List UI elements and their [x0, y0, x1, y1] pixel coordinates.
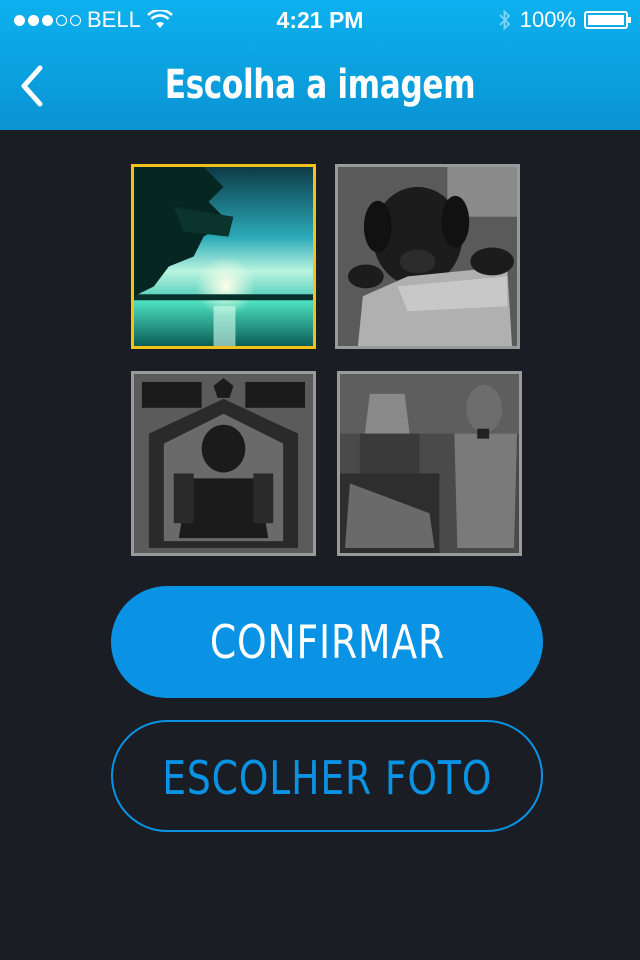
image-option-robots[interactable] — [337, 371, 522, 556]
page-title: Escolha a imagem — [164, 62, 476, 108]
image-option-puppy[interactable] — [335, 164, 520, 349]
image-option-wild-world[interactable] — [131, 371, 316, 556]
sunset-lake-image — [134, 167, 313, 346]
robot-figures-image — [340, 374, 519, 553]
bluetooth-icon — [499, 9, 510, 31]
choose-photo-button-label: ESCOLHER FOTO — [162, 751, 492, 805]
status-bar: BELL 4:21 PM 100% — [0, 0, 640, 40]
nav-header: BELL 4:21 PM 100% Escolha a imagem — [0, 0, 640, 130]
confirm-button[interactable]: CONFIRMAR — [111, 586, 543, 698]
confirm-button-label: CONFIRMAR — [209, 615, 445, 669]
chevron-left-icon — [21, 65, 43, 107]
back-button[interactable] — [14, 62, 54, 110]
image-gallery — [131, 164, 523, 556]
image-option-sunset[interactable] — [131, 164, 316, 349]
battery-percent: 100% — [519, 7, 576, 32]
status-right: 100% — [498, 7, 631, 33]
choose-photo-button[interactable]: ESCOLHER FOTO — [111, 720, 543, 832]
puppy-image — [338, 167, 517, 346]
battery-icon — [584, 11, 631, 29]
wild-world-poster-image — [134, 374, 313, 553]
